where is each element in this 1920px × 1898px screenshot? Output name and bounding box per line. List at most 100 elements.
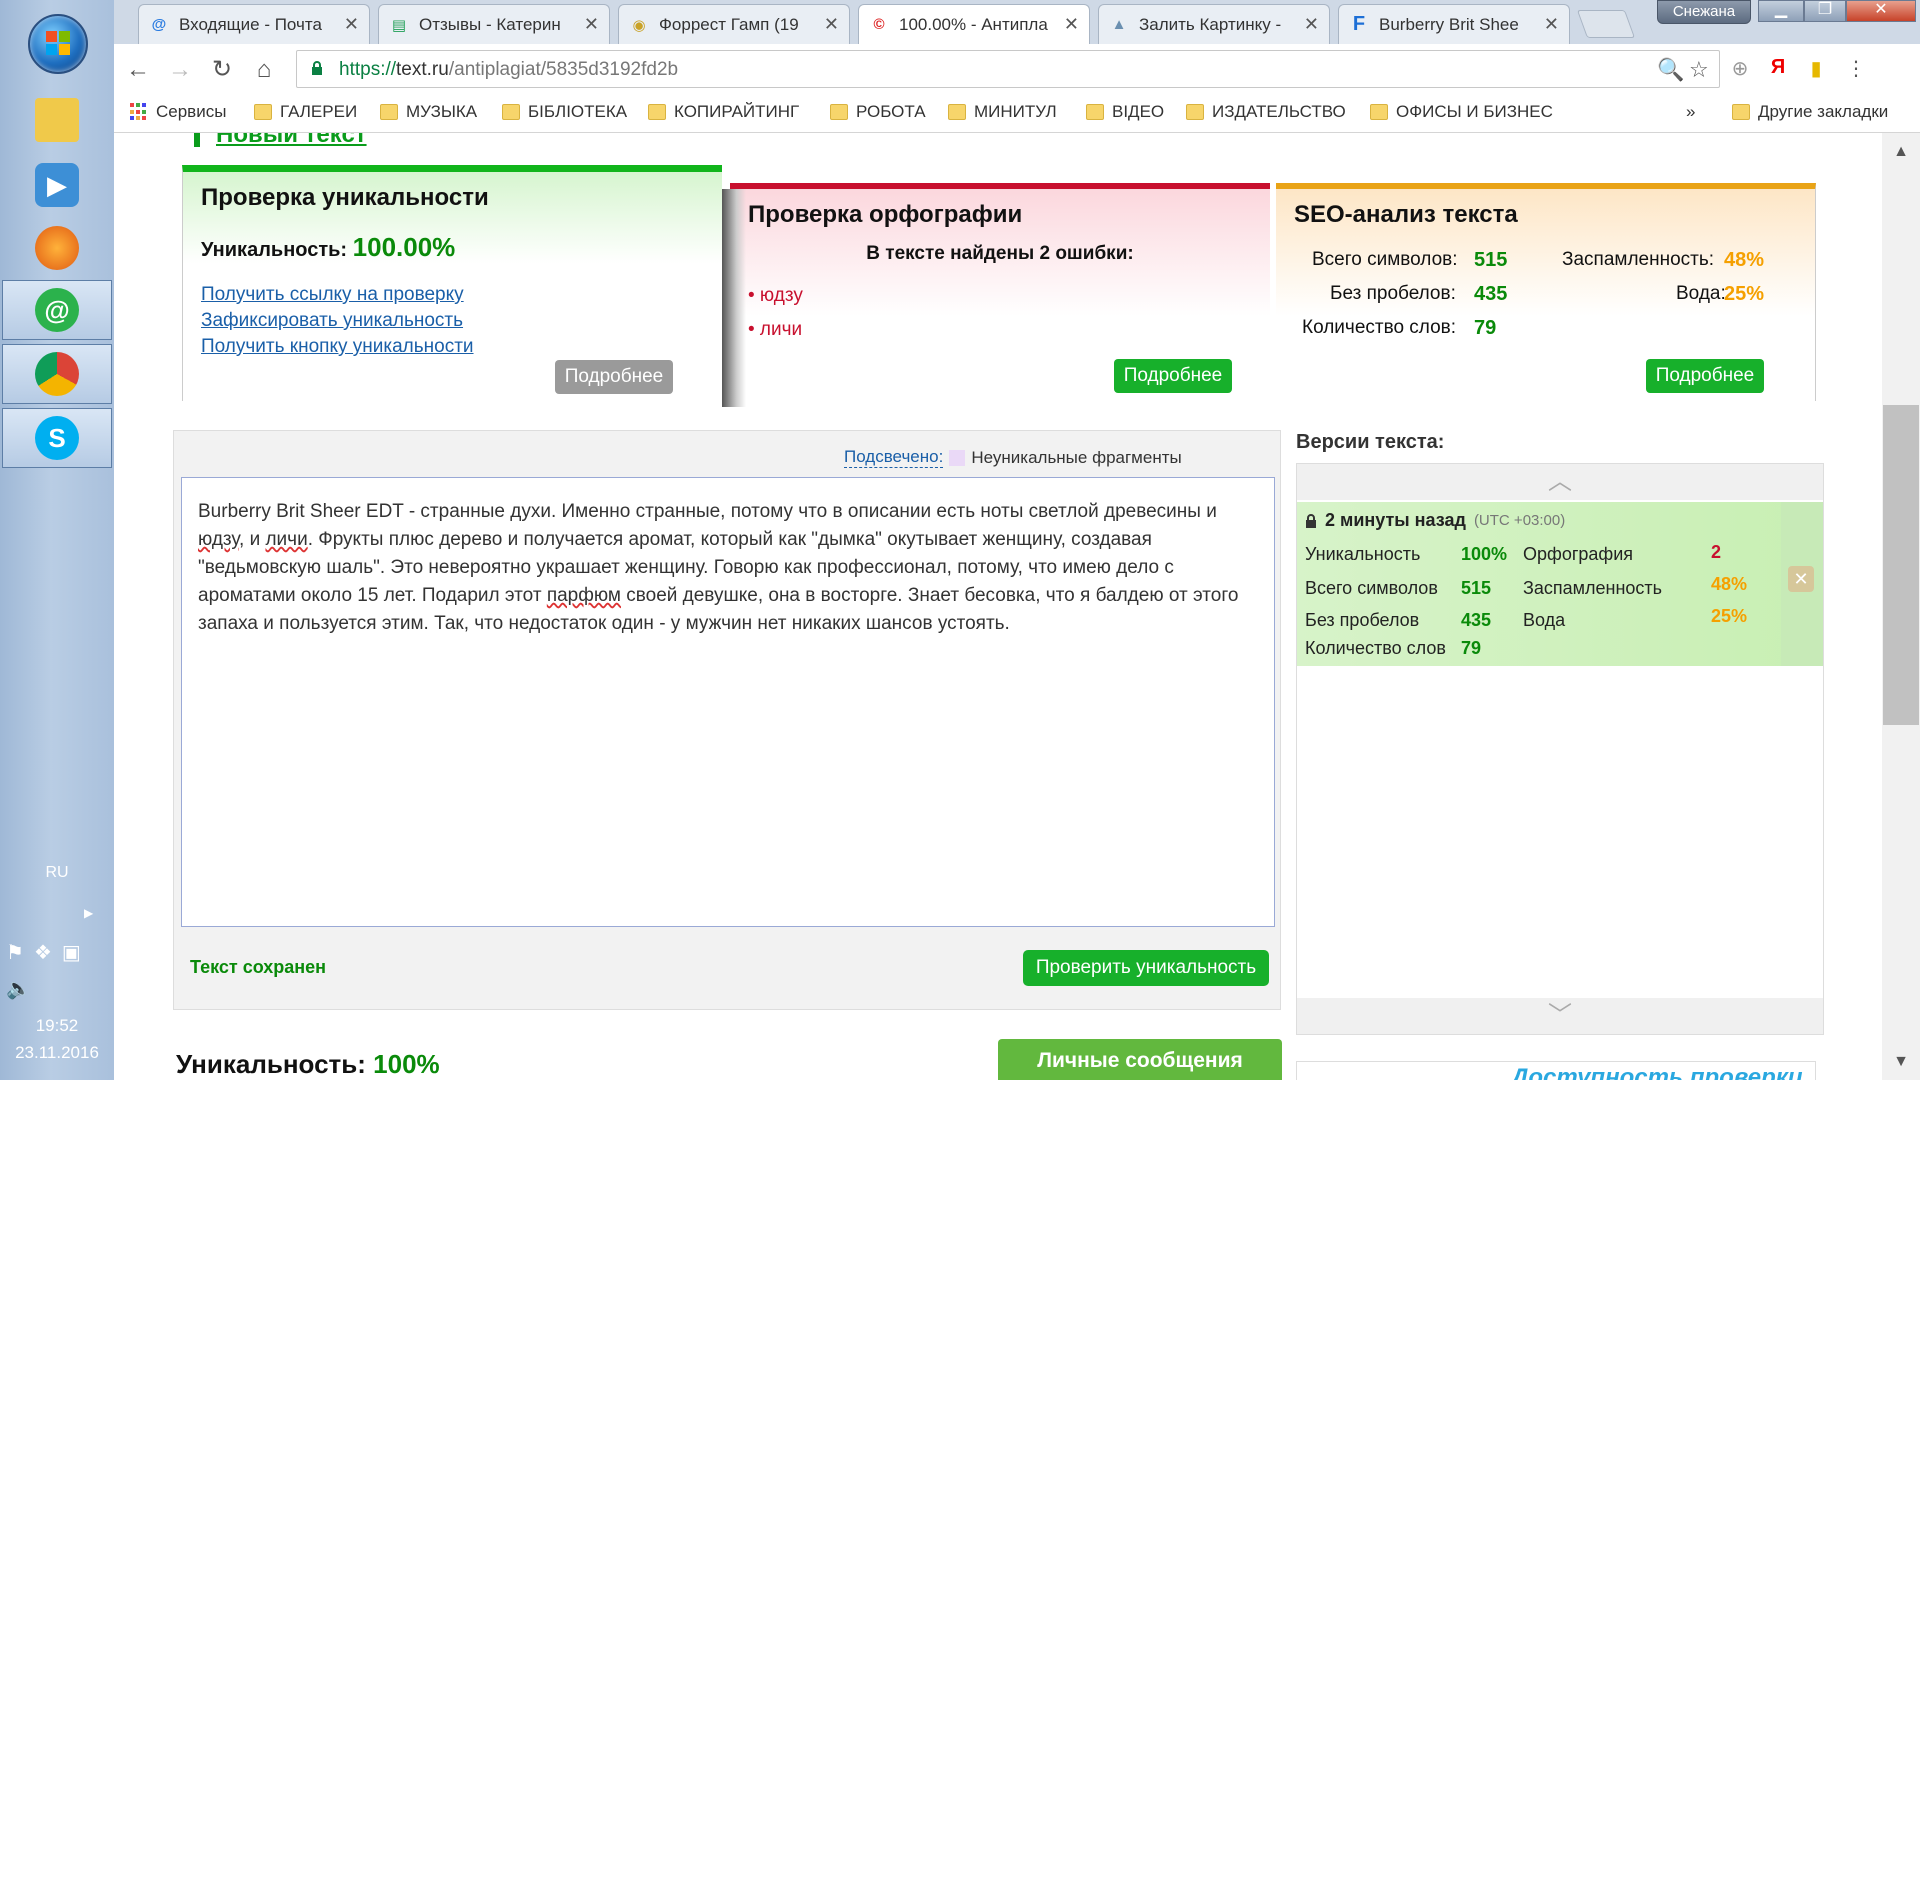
minimize-button[interactable]: ▁ (1758, 0, 1804, 22)
taskbar-media-player[interactable]: ▶ (2, 155, 112, 215)
bookmark-folder[interactable]: ИЗДАТЕЛЬСТВО (1186, 102, 1346, 122)
taskbar-skype[interactable]: S (2, 408, 112, 468)
bookmark-label: Сервисы (156, 102, 227, 121)
download-extension-icon[interactable]: ⊕ (1728, 56, 1752, 82)
get-button-link[interactable]: Получить кнопку уникальности (201, 336, 474, 358)
tab-antiplagiat[interactable]: © 100.00% - Антипла ✕ (858, 4, 1090, 44)
bookmark-apps[interactable]: Сервисы (130, 102, 226, 122)
misspelled-word[interactable]: парфюм (547, 585, 621, 606)
fix-uniqueness-link[interactable]: Зафиксировать уникальность (201, 310, 463, 332)
taskbar-chrome[interactable] (2, 344, 112, 404)
start-button[interactable] (28, 14, 88, 74)
bookmark-extension-icon[interactable]: ▮ (1804, 56, 1828, 82)
taskbar-explorer[interactable] (2, 90, 112, 150)
spelling-error[interactable]: • юдзу (748, 285, 803, 307)
close-icon[interactable]: ✕ (1544, 14, 1559, 35)
bookmark-star-icon[interactable]: ☆ (1689, 57, 1709, 83)
dropbox-icon[interactable]: ❖ (34, 940, 52, 965)
seo-details-button[interactable]: Подробнее (1646, 359, 1764, 393)
yandex-icon[interactable]: Я (1766, 56, 1790, 82)
panel-title: SEO-анализ текста (1294, 201, 1518, 228)
uniqueness-summary: Уникальность: 100% (176, 1049, 440, 1080)
tab-upload-image[interactable]: ▲ Залить Картинку - ✕ (1098, 4, 1330, 44)
maximize-button[interactable]: ❐ (1804, 0, 1846, 22)
menu-icon[interactable]: ⋮ (1844, 56, 1868, 82)
tab-reviews[interactable]: ▤ Отзывы - Катерин ✕ (378, 4, 610, 44)
address-bar[interactable]: https://text.ru/antiplagiat/5835d3192fd2… (296, 50, 1720, 88)
text-editor[interactable]: Burberry Brit Sheer EDT - странные духи.… (181, 477, 1275, 927)
close-icon[interactable]: ✕ (1064, 14, 1079, 35)
version-words-label: Количество слов (1305, 638, 1446, 658)
close-icon[interactable]: ✕ (824, 14, 839, 35)
tray-expand-icon[interactable]: ▶ (84, 906, 93, 920)
seo-chars: 515 (1474, 249, 1508, 271)
bookmark-other[interactable]: Другие закладки (1732, 102, 1888, 122)
bookmark-folder[interactable]: МИНИТУЛ (948, 102, 1057, 122)
get-check-link[interactable]: Получить ссылку на проверку (201, 284, 464, 306)
chevron-up-icon[interactable]: ︿ (1297, 464, 1823, 500)
tab-mail[interactable]: @ Входящие - Почта ✕ (138, 4, 370, 44)
bookmark-folder[interactable]: ОФИСЫ И БИЗНЕС (1370, 102, 1553, 122)
chevron-down-icon[interactable]: ﹀ (1297, 998, 1823, 1034)
home-icon[interactable]: ⌂ (248, 54, 280, 86)
bookmark-folder[interactable]: ГАЛЕРЕИ (254, 102, 357, 122)
close-icon[interactable]: ✕ (344, 14, 359, 35)
taskbar-mail-agent[interactable]: @ (2, 280, 112, 340)
version-spam: 48% (1711, 574, 1748, 594)
language-indicator[interactable]: RU (0, 864, 114, 882)
versions-title: Версии текста: (1296, 431, 1445, 453)
url-host: text.ru (396, 59, 449, 80)
forward-icon[interactable]: → (164, 54, 196, 86)
version-item[interactable]: ✕ 2 минуты назад (UTC +03:00) Уникальнос… (1297, 502, 1823, 666)
bookmark-label: РОБОТА (856, 102, 926, 121)
uniqueness-details-button[interactable]: Подробнее (555, 360, 673, 394)
bookmark-label: ГАЛЕРЕИ (280, 102, 358, 121)
misspelled-word[interactable]: юдзу (198, 529, 239, 550)
scroll-up-icon[interactable]: ▲ (1882, 143, 1920, 161)
profile-button[interactable]: Снежана (1657, 0, 1751, 24)
clock[interactable]: 19:52 23.11.2016 (0, 1012, 114, 1066)
tab-burberry[interactable]: F Burberry Brit Shee ✕ (1338, 4, 1570, 44)
spelling-details-button[interactable]: Подробнее (1114, 359, 1232, 393)
page-scrollbar[interactable]: ▲ ▼ (1882, 133, 1920, 1080)
uniqueness-value: Уникальность: 100.00% (201, 232, 455, 263)
delete-version-icon[interactable]: ✕ (1788, 566, 1814, 592)
windows-taskbar: ▶ @ S RU ▶ ⚑ ❖ ▣ 🔈 19:52 23.11.2016 (0, 0, 115, 1080)
bookmark-folder[interactable]: МУЗЫКА (380, 102, 477, 122)
misspelled-word[interactable]: личи (265, 529, 307, 550)
spelling-error[interactable]: • личи (748, 319, 802, 341)
close-window-button[interactable]: ✕ (1846, 0, 1916, 22)
bookmark-folder[interactable]: БІБЛІОТЕКА (502, 102, 627, 122)
tab-film[interactable]: ◉ Форрест Гамп (19 ✕ (618, 4, 850, 44)
personal-messages-button[interactable]: Личные сообщения (998, 1039, 1282, 1080)
tab-strip: @ Входящие - Почта ✕ ▤ Отзывы - Катерин … (114, 0, 1920, 44)
bookmark-folder[interactable]: ВІДЕО (1086, 102, 1164, 122)
new-tab-button[interactable] (1576, 10, 1636, 38)
scroll-down-icon[interactable]: ▼ (1882, 1053, 1920, 1071)
volume-icon[interactable]: 🔈 (6, 976, 31, 1001)
tab-title: Входящие - Почта (179, 14, 322, 34)
close-icon[interactable]: ✕ (1304, 14, 1319, 35)
zoom-icon[interactable]: 🔍 (1657, 57, 1684, 83)
new-text-link[interactable]: Новый текст (216, 133, 367, 149)
version-timezone: (UTC +03:00) (1473, 512, 1566, 529)
network-icon[interactable]: ▣ (62, 940, 81, 965)
highlight-link[interactable]: Подсвечено: (844, 447, 944, 468)
flag-icon[interactable]: ⚑ (6, 940, 24, 965)
reload-icon[interactable]: ↻ (206, 54, 238, 86)
bookmarks-bar: Сервисы ГАЛЕРЕИ МУЗЫКА БІБЛІОТЕКА КОПИРА… (114, 96, 1920, 133)
tab-title: Форрест Гамп (19 (659, 14, 799, 34)
scrollbar-thumb[interactable] (1883, 405, 1919, 725)
taskbar-firefox[interactable] (2, 218, 112, 278)
close-icon[interactable]: ✕ (584, 14, 599, 35)
version-chars: 515 (1461, 578, 1492, 598)
availability-banner[interactable]: Доступность проверки (1296, 1061, 1816, 1080)
bookmark-folder[interactable]: КОПИРАЙТИНГ (648, 102, 799, 122)
windows-logo-icon (46, 31, 70, 55)
text-segment: , и (239, 529, 266, 550)
back-icon[interactable]: ← (122, 54, 154, 86)
lock-icon (312, 61, 322, 75)
bookmarks-overflow[interactable]: » (1686, 102, 1695, 122)
bookmark-folder[interactable]: РОБОТА (830, 102, 926, 122)
check-uniqueness-button[interactable]: Проверить уникальность (1023, 950, 1269, 986)
